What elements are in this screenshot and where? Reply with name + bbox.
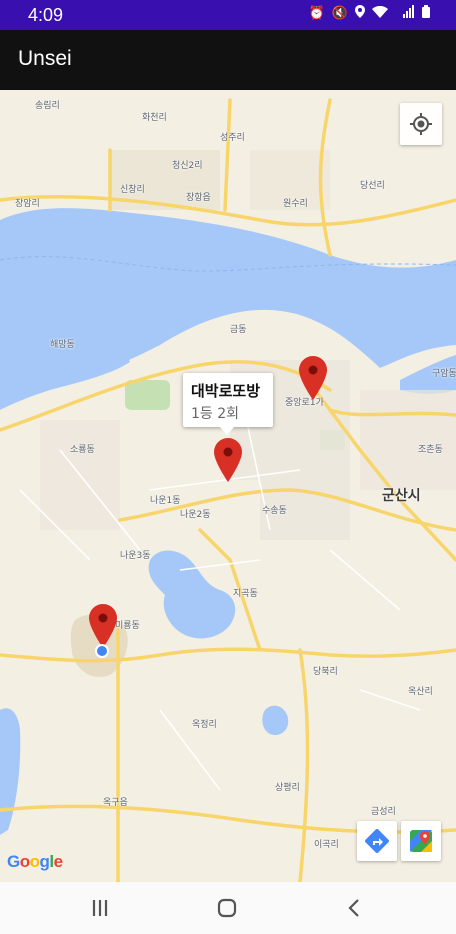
my-location-button[interactable] — [400, 103, 442, 145]
place-label: 지곡동 — [233, 589, 258, 599]
current-location-dot — [95, 644, 109, 658]
place-label: 금동 — [230, 325, 247, 335]
place-label: 옥구읍 — [103, 798, 128, 808]
place-label: 당선리 — [360, 181, 385, 191]
marker-north[interactable] — [299, 356, 327, 400]
place-label: 나운1동 — [150, 496, 181, 506]
info-window[interactable]: 대박로또방 1등 2회 — [183, 373, 273, 435]
alarm-icon: ⏰ — [308, 5, 325, 20]
directions-icon — [365, 829, 389, 853]
status-time: 4:09 — [28, 5, 64, 25]
place-label: 신창리 — [120, 185, 145, 195]
place-label: 옥산리 — [408, 687, 433, 697]
place-label: 장암리 — [15, 199, 40, 209]
home-icon[interactable] — [207, 894, 247, 922]
place-label: 나운3동 — [120, 551, 151, 561]
google-attribution: Google — [7, 852, 63, 871]
place-label: 원수리 — [283, 199, 308, 209]
directions-button[interactable] — [357, 821, 397, 861]
place-label: 소룡동 — [70, 445, 95, 455]
place-label: 나운2동 — [180, 510, 211, 520]
place-label: 금성리 — [371, 807, 396, 817]
status-icons: ⏰ 🔇 — [309, 5, 430, 21]
info-window-title: 대박로또방 — [191, 382, 261, 400]
city-label: 군산시 — [382, 488, 421, 504]
place-label: 장항읍 — [186, 193, 211, 203]
place-label: 옥정리 — [192, 720, 217, 730]
status-bar: 4:09 ⏰ 🔇 — [0, 0, 456, 30]
mute-icon: 🔇 — [331, 5, 348, 20]
place-label: 화천리 — [142, 113, 167, 123]
navigation-bar — [0, 882, 456, 934]
marker-west[interactable] — [89, 604, 117, 648]
location-icon — [355, 5, 365, 21]
back-icon[interactable] — [335, 894, 375, 922]
google-maps-icon — [410, 830, 432, 852]
place-label: 미룡동 — [115, 621, 140, 631]
place-label: 청신2리 — [172, 161, 203, 171]
crosshair-icon — [410, 113, 432, 135]
wifi-icon — [372, 5, 388, 21]
hd-signal-icon — [395, 5, 415, 21]
place-label: 당북리 — [313, 667, 338, 677]
place-label: 송림리 — [35, 101, 60, 111]
app-title: Unsei — [18, 47, 72, 70]
open-maps-button[interactable] — [401, 821, 441, 861]
marker-selected[interactable] — [214, 438, 242, 482]
app-bar: Unsei — [0, 30, 456, 90]
battery-icon — [422, 5, 430, 21]
place-label: 조촌동 — [418, 445, 443, 455]
place-label: 이곡리 — [314, 840, 339, 850]
info-window-tail — [220, 427, 234, 435]
recent-apps-icon[interactable] — [80, 894, 120, 922]
place-label: 상평리 — [275, 783, 300, 793]
place-label: 성주리 — [220, 133, 245, 143]
info-window-snippet: 1등 2회 — [191, 406, 240, 422]
place-label: 해망동 — [50, 340, 75, 350]
map-view[interactable]: 화천리 송림리 성주리 청신2리 신창리 장항읍 장암리 원수리 당선리 해망동… — [0, 90, 456, 882]
place-label: 수송동 — [262, 506, 287, 516]
place-label: 구암동 — [432, 369, 456, 379]
